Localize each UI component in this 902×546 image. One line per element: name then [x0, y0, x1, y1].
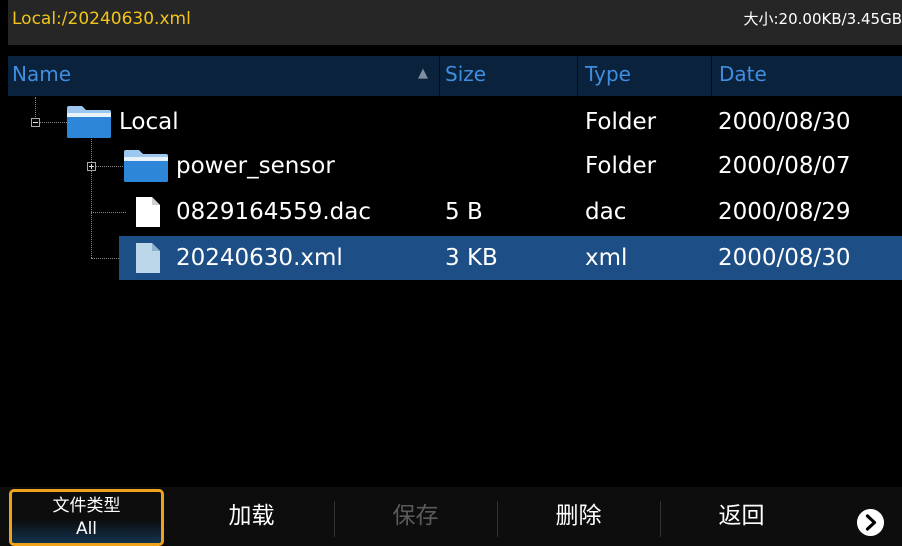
- tree-connector: [91, 258, 119, 259]
- folder-icon: [124, 150, 168, 182]
- chevron-right-circle-icon[interactable]: [857, 509, 884, 536]
- column-header: Name ▲ Size Type Date: [8, 56, 902, 96]
- tree-row-xml-file[interactable]: 20240630.xml 3 KB xml 2000/08/30: [119, 236, 902, 280]
- file-icon: [136, 197, 160, 227]
- file-type-value: All: [75, 519, 98, 539]
- tree-row-power-sensor[interactable]: power_sensor Folder 2000/08/07: [0, 144, 902, 188]
- file-tree: Local Folder 2000/08/30 power_sensor Fol…: [0, 97, 902, 487]
- column-divider: [577, 56, 578, 96]
- column-date[interactable]: Date: [719, 56, 767, 92]
- tree-row-dac-file[interactable]: 0829164559.dac 5 B dac 2000/08/29: [0, 190, 902, 234]
- column-divider: [711, 56, 712, 96]
- tree-row-type: xml: [585, 245, 628, 271]
- tree-row-date: 2000/08/29: [718, 199, 851, 225]
- tree-row-date: 2000/08/07: [718, 153, 851, 179]
- column-name[interactable]: Name: [12, 56, 71, 92]
- collapse-icon[interactable]: [31, 118, 40, 127]
- storage-size-info: 大小:20.00KB/3.45GB: [743, 10, 902, 28]
- tree-row-size: 3 KB: [445, 245, 498, 271]
- current-path: Local:/20240630.xml: [12, 9, 191, 29]
- tree-row-date: 2000/08/30: [718, 245, 851, 271]
- load-label: 加载: [228, 503, 275, 529]
- softkey-bar: 文件类型 All 加载 保存 删除 返回: [0, 487, 902, 546]
- delete-button[interactable]: 删除: [498, 487, 659, 546]
- column-divider: [439, 56, 440, 96]
- back-label: 返回: [718, 503, 765, 529]
- tree-row-name: Local: [119, 109, 179, 135]
- file-icon: [136, 243, 160, 273]
- sort-ascending-icon: ▲: [418, 66, 428, 81]
- delete-label: 删除: [555, 503, 602, 529]
- expand-icon[interactable]: [87, 162, 96, 171]
- tree-row-size: 5 B: [445, 199, 483, 225]
- path-bar: Local:/20240630.xml 大小:20.00KB/3.45GB: [8, 0, 902, 45]
- back-button[interactable]: 返回: [661, 487, 822, 546]
- save-label: 保存: [392, 503, 439, 529]
- column-size[interactable]: Size: [445, 56, 486, 92]
- tree-row-type: Folder: [585, 109, 657, 135]
- tree-row-type: dac: [585, 199, 627, 225]
- file-type-softkey[interactable]: 文件类型 All: [9, 489, 164, 546]
- tree-row-name: power_sensor: [176, 153, 335, 179]
- tree-row-name: 20240630.xml: [176, 245, 343, 271]
- file-type-label: 文件类型: [52, 496, 121, 516]
- tree-row-date: 2000/08/30: [718, 109, 851, 135]
- save-button[interactable]: 保存: [335, 487, 496, 546]
- tree-row-local[interactable]: Local Folder 2000/08/30: [0, 100, 902, 144]
- folder-icon: [67, 106, 111, 138]
- tree-row-type: Folder: [585, 153, 657, 179]
- load-button[interactable]: 加载: [171, 487, 332, 546]
- column-type[interactable]: Type: [585, 56, 631, 92]
- tree-row-name: 0829164559.dac: [176, 199, 371, 225]
